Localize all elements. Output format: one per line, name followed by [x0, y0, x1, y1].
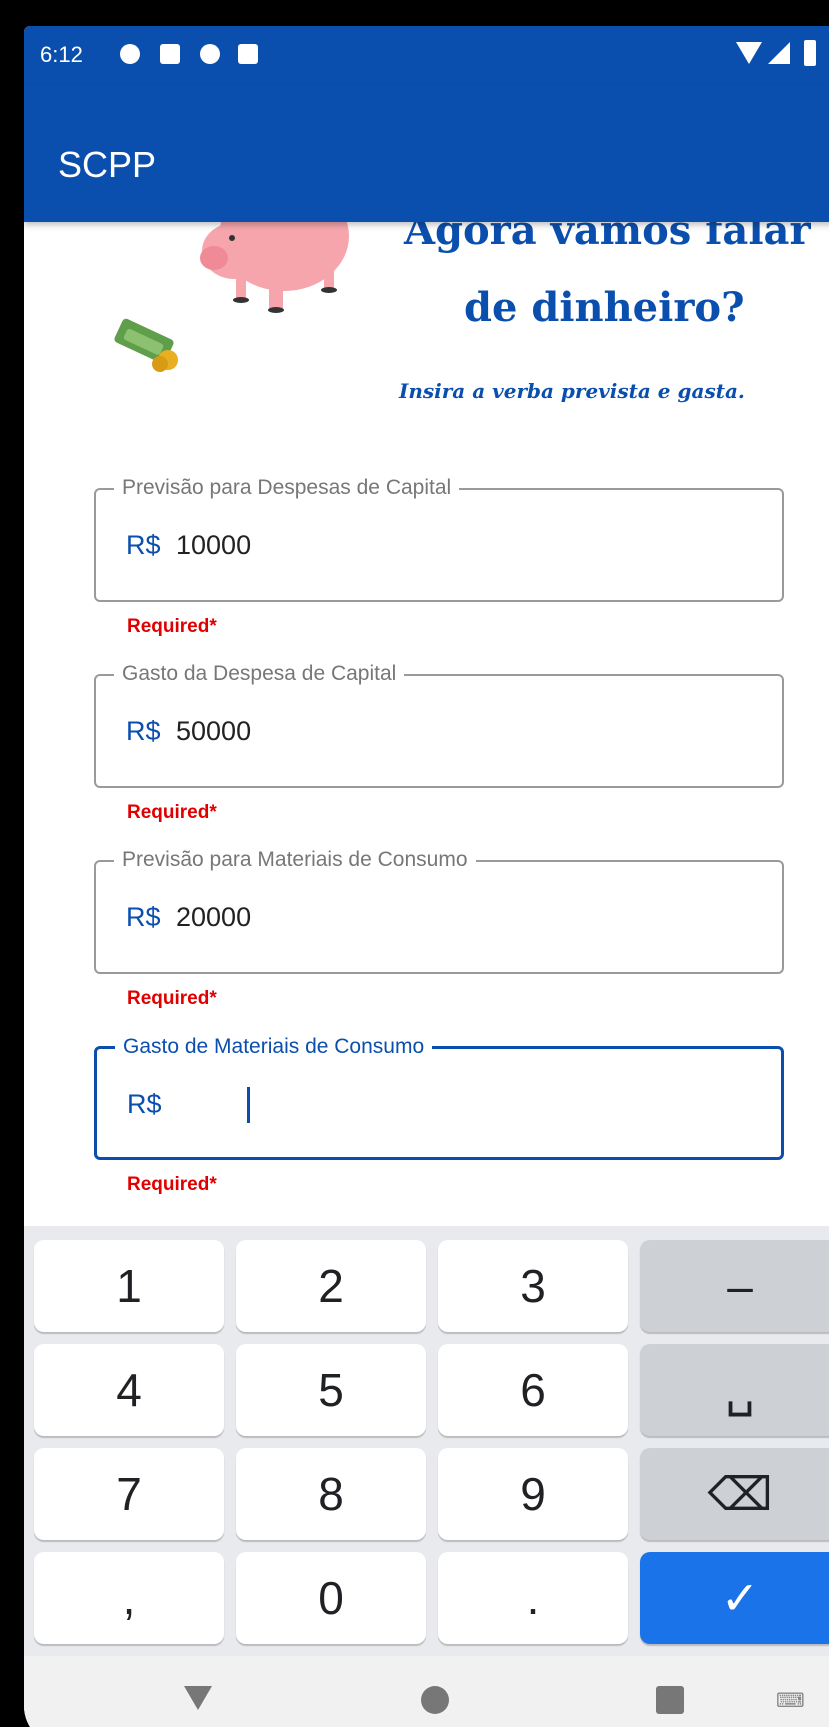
key-period[interactable]: .	[438, 1552, 628, 1644]
key-9[interactable]: 9	[438, 1448, 628, 1540]
capital-expense-forecast-field[interactable]: Previsão para Despesas de Capital R$ 100…	[94, 476, 784, 602]
key-8[interactable]: 8	[236, 1448, 426, 1540]
money-icon	[114, 318, 178, 372]
capital-expense-spent-field[interactable]: Gasto da Despesa de Capital R$ 50000	[94, 662, 784, 788]
keyboard-switch-icon[interactable]: ⌨	[776, 1688, 805, 1713]
wifi-icon	[736, 42, 762, 64]
key-3[interactable]: 3	[438, 1240, 628, 1332]
currency-prefix: R$	[126, 902, 161, 932]
status-bar: 6:12	[24, 26, 829, 86]
consumables-forecast-field[interactable]: Previsão para Materiais de Consumo R$ 20…	[94, 848, 784, 974]
required-error: Required*	[127, 616, 217, 637]
back-icon[interactable]	[184, 1686, 212, 1710]
field-value: 20000	[176, 902, 252, 932]
system-nav-bar: ⌨	[24, 1656, 829, 1727]
key-6[interactable]: 6	[438, 1344, 628, 1436]
main-content: Agora vamos falar de dinheiro? Insira a …	[24, 196, 829, 1226]
key-7[interactable]: 7	[34, 1448, 224, 1540]
text-caret	[247, 1087, 250, 1123]
field-value: 10000	[176, 530, 252, 560]
key-5[interactable]: 5	[236, 1344, 426, 1436]
required-error: Required*	[127, 988, 217, 1009]
sd-card-notification-icon	[238, 44, 258, 64]
required-error: Required*	[127, 802, 217, 823]
key-minus[interactable]: –	[640, 1240, 829, 1332]
photo-notification-icon	[160, 44, 180, 64]
field-label: Previsão para Materiais de Consumo	[114, 848, 476, 872]
done-key[interactable]: ✓	[640, 1552, 829, 1644]
key-comma[interactable]: ,	[34, 1552, 224, 1644]
key-4[interactable]: 4	[34, 1344, 224, 1436]
currency-prefix: R$	[127, 1089, 162, 1119]
field-label: Gasto da Despesa de Capital	[114, 662, 405, 686]
home-icon[interactable]	[421, 1686, 449, 1714]
app-title: SCPP	[58, 144, 157, 185]
consumables-spent-field[interactable]: Gasto de Materiais de Consumo R$	[94, 1035, 784, 1160]
play-notification-icon	[200, 44, 220, 64]
field-value: 50000	[176, 716, 252, 746]
headline-line-2: de dinheiro?	[464, 284, 745, 331]
numeric-keyboard: 1 2 3 – 4 5 6 ␣ 7 8 9 ⌫ , 0 . ✓	[24, 1226, 829, 1656]
recents-icon[interactable]	[656, 1686, 684, 1714]
required-error: Required*	[127, 1174, 217, 1195]
field-label: Previsão para Despesas de Capital	[114, 476, 460, 500]
space-key[interactable]: ␣	[640, 1344, 829, 1436]
cell-signal-icon	[768, 42, 790, 64]
settings-notification-icon	[120, 44, 140, 64]
field-label: Gasto de Materiais de Consumo	[115, 1035, 433, 1059]
phone-screen: 6:12 SCPP Agora vamos falar de dinheiro?…	[24, 26, 829, 1727]
currency-prefix: R$	[126, 530, 161, 560]
key-2[interactable]: 2	[236, 1240, 426, 1332]
key-1[interactable]: 1	[34, 1240, 224, 1332]
subtitle: Insira a verba prevista e gasta.	[399, 379, 745, 403]
currency-prefix: R$	[126, 716, 161, 746]
backspace-key[interactable]: ⌫	[640, 1448, 829, 1540]
battery-icon	[804, 40, 816, 66]
app-bar: SCPP	[24, 86, 829, 222]
status-time: 6:12	[40, 42, 83, 67]
key-0[interactable]: 0	[236, 1552, 426, 1644]
